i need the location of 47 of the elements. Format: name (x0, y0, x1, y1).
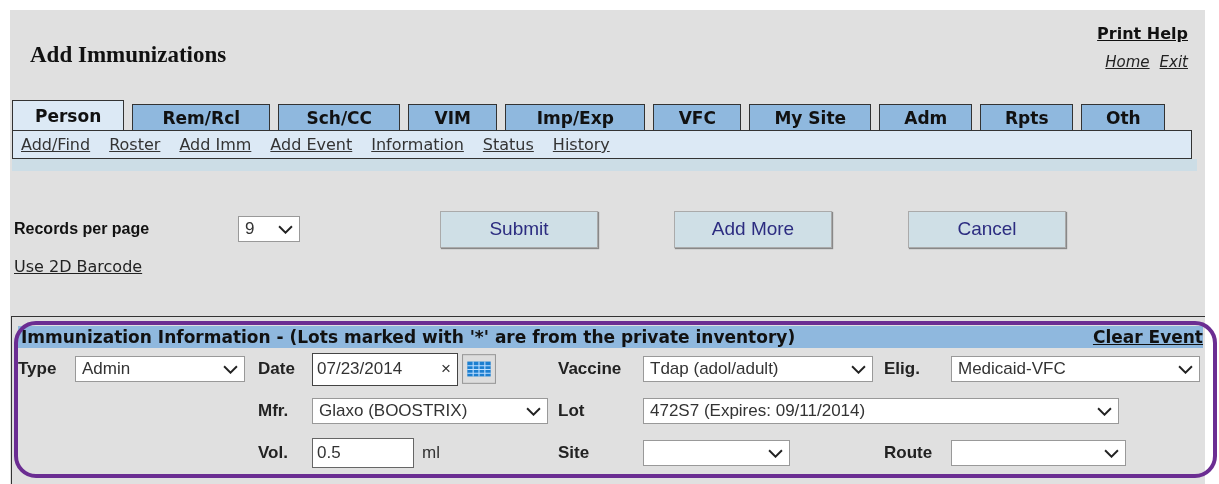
dropdown-field[interactable]: 472S7 (Expires: 09/11/2014) (643, 398, 1119, 424)
page-title: Add Immunizations (30, 42, 227, 69)
dropdown-field[interactable]: Medicaid-VFC (951, 356, 1200, 382)
subnav-link[interactable]: Status (482, 135, 534, 154)
subnav-link[interactable]: Add/Find (21, 135, 91, 154)
section-title: Immunization Information - (Lots marked with '*' are from the private inventory) (21, 327, 796, 347)
nav-tab[interactable]: Rem/Rcl (132, 104, 271, 130)
barcode-link[interactable]: Use 2D Barcode (14, 257, 143, 276)
field-label: Elig. (884, 359, 921, 379)
field-label: Lot (558, 401, 586, 421)
subnav-link[interactable]: Information (371, 135, 464, 154)
unit-label: ml (422, 443, 440, 463)
nav-tab[interactable]: VIM (408, 104, 498, 130)
print-help-link[interactable]: Print Help (1097, 24, 1188, 43)
action-button[interactable]: Add More (674, 210, 832, 248)
nav-tab[interactable]: Person (12, 100, 125, 130)
action-button[interactable]: Submit (440, 210, 598, 248)
field-label: Type (18, 359, 58, 379)
field-label: Vol. (258, 443, 289, 463)
clear-event-link[interactable]: Clear Event (1092, 327, 1203, 347)
nav-tab[interactable]: VFC (653, 104, 742, 130)
date-field[interactable]: 07/23/2014 × (312, 352, 458, 386)
clear-icon[interactable]: × (441, 359, 451, 379)
exit-link[interactable]: Exit (1159, 53, 1188, 71)
field-label: Vaccine (558, 359, 623, 379)
records-per-page-select[interactable]: 9 (238, 216, 300, 242)
nav-tab[interactable]: Oth (1081, 104, 1166, 130)
field-label: Site (558, 443, 591, 463)
nav-tab[interactable]: Sch/CC (278, 104, 401, 130)
subnav-link[interactable]: Roster (109, 135, 161, 154)
field-label: Mfr. (258, 401, 290, 421)
action-button[interactable]: Cancel (908, 210, 1066, 248)
dropdown-field[interactable]: Glaxo (BOOSTRIX) (312, 398, 548, 424)
records-per-page-label: Records per page (14, 220, 151, 238)
dropdown-field[interactable]: Admin (75, 356, 245, 382)
nav-tab[interactable]: Imp/Exp (505, 104, 646, 130)
field-label: Route (884, 443, 934, 463)
nav-tab[interactable]: Adm (879, 104, 973, 130)
subnav-link[interactable]: Add Event (270, 135, 353, 154)
home-link[interactable]: Home (1105, 53, 1150, 71)
field-label: Date (258, 359, 296, 379)
dropdown-field[interactable]: Tdap (adol/adult) (643, 356, 873, 382)
nav-tab[interactable]: Rpts (980, 104, 1074, 130)
volume-field[interactable]: 0.5 (312, 438, 414, 468)
subnav-link[interactable]: History (552, 135, 610, 154)
nav-tab[interactable]: My Site (749, 104, 872, 130)
subnav-link[interactable]: Add Imm (179, 135, 252, 154)
